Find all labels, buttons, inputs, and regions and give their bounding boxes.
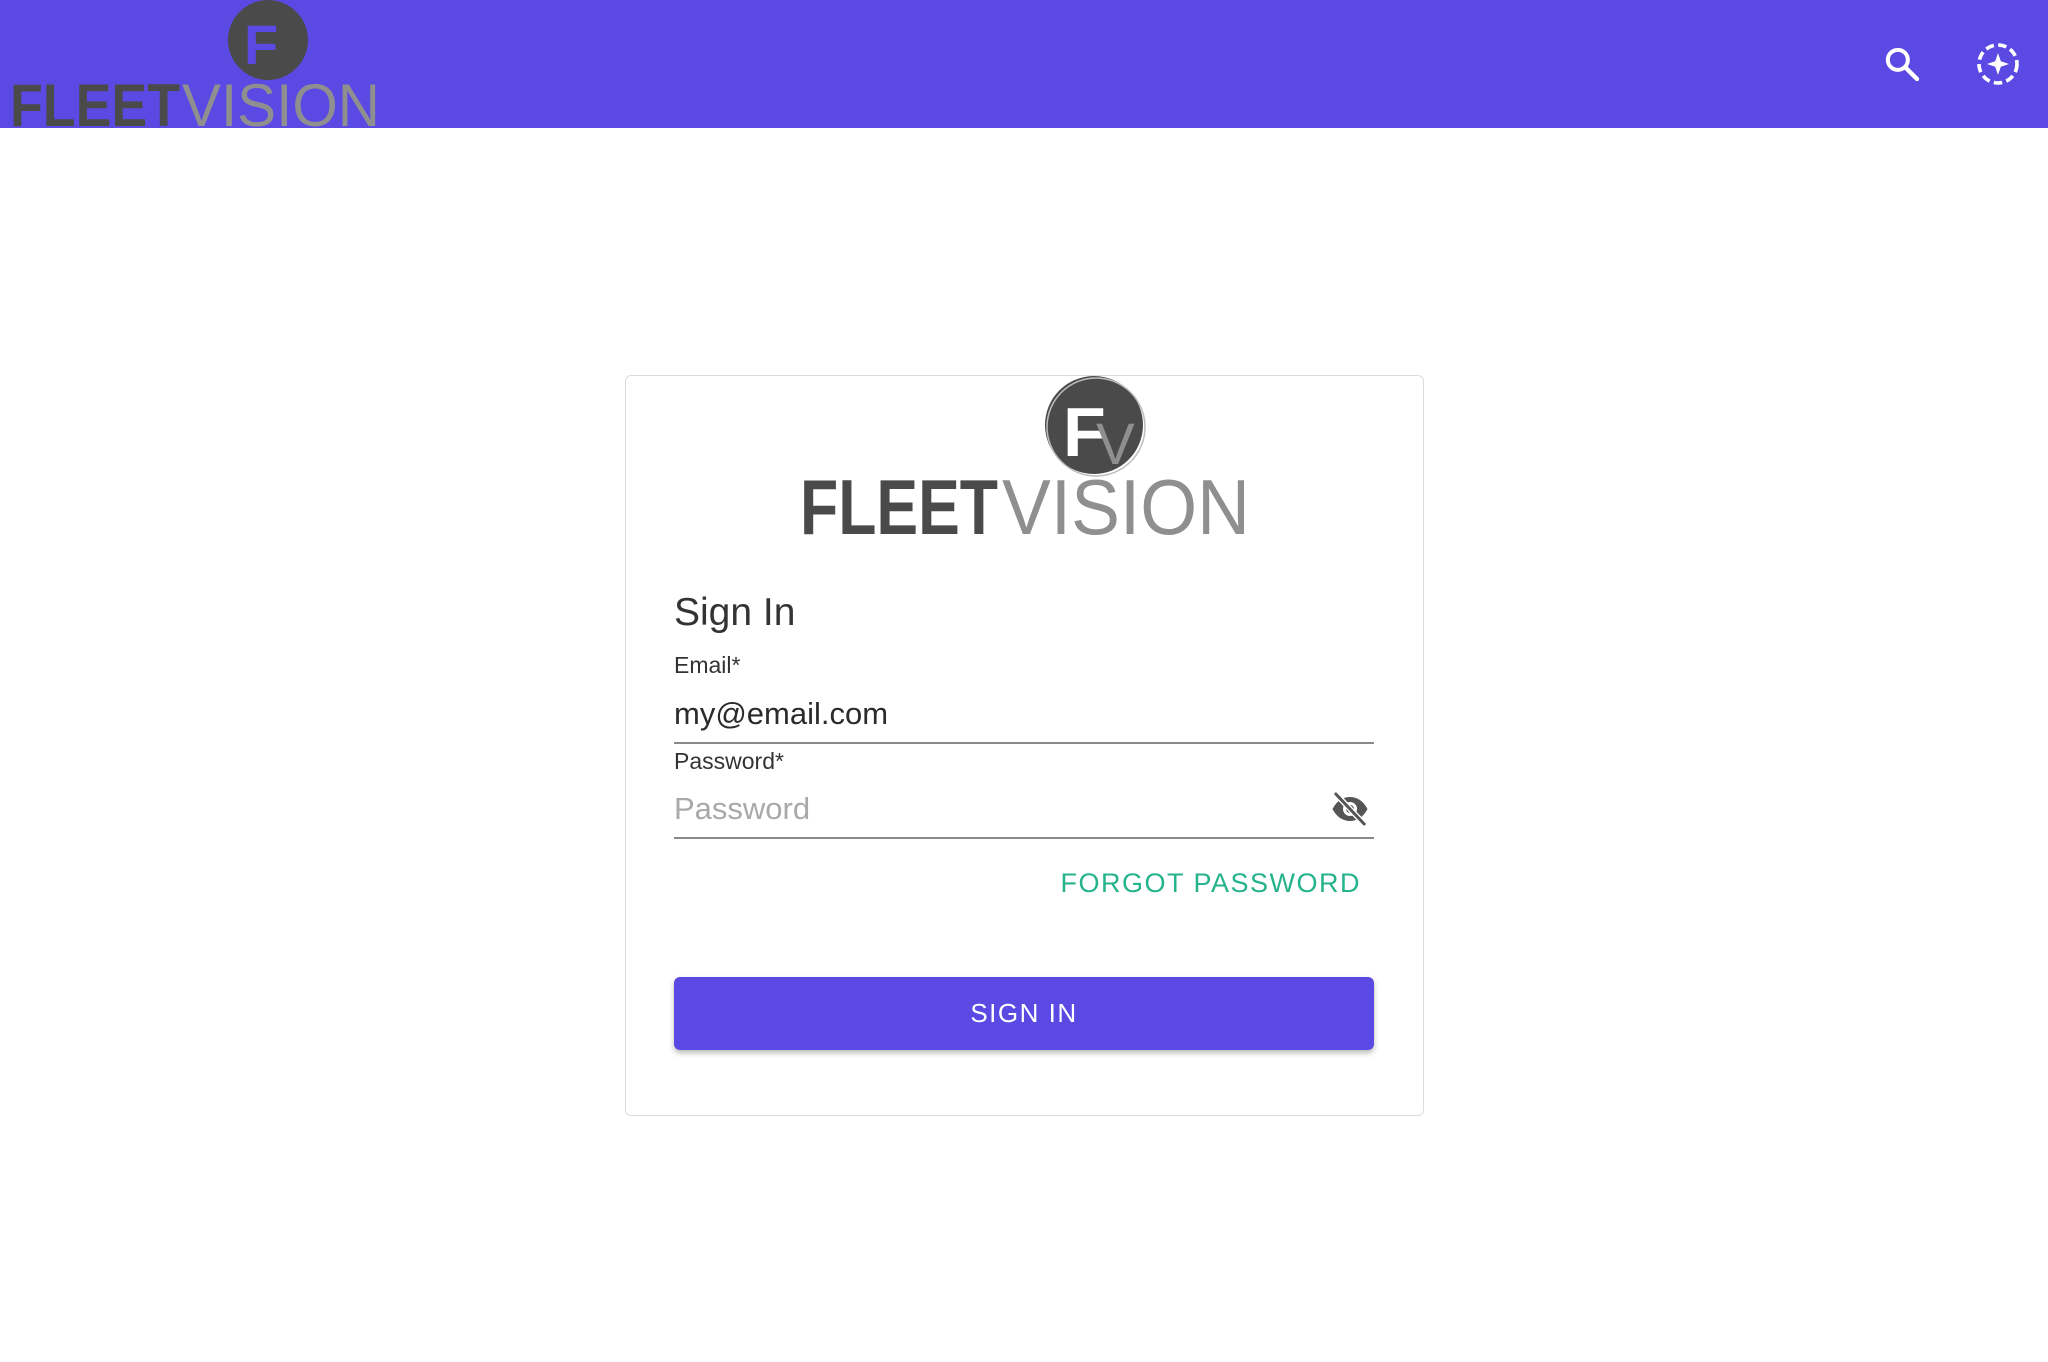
assistant-button[interactable] [1968,34,2028,94]
password-field[interactable] [674,783,1374,839]
email-field[interactable] [674,688,1374,744]
top-app-bar: F V FLEET VISION [0,0,2048,128]
header-logo[interactable]: F V FLEET VISION [10,0,382,128]
email-label: Email* [674,652,741,678]
forgot-password-link[interactable]: FORGOT PASSWORD [1060,868,1361,899]
email-input[interactable] [674,688,1314,740]
logo-text-fleet: FLEET [10,72,180,128]
sparkle-refresh-icon [1977,43,2019,85]
search-button[interactable] [1872,34,1932,94]
search-icon [1885,47,1920,82]
logo-text-vision: VISION [182,72,380,128]
card-logo: F V FLEET VISION [800,376,1250,546]
logo-text-vision: VISION [1002,463,1250,546]
logo-text-fleet: FLEET [800,463,998,546]
eye-off-icon [1332,791,1368,827]
sign-in-button[interactable]: SIGN IN [674,977,1374,1050]
toggle-password-visibility-button[interactable] [1326,787,1374,831]
page-title: Sign In [674,591,796,634]
password-input[interactable] [674,783,1314,835]
sign-in-card: F V FLEET VISION Sign In Email* Password… [625,375,1424,1116]
password-label: Password* [674,748,784,774]
